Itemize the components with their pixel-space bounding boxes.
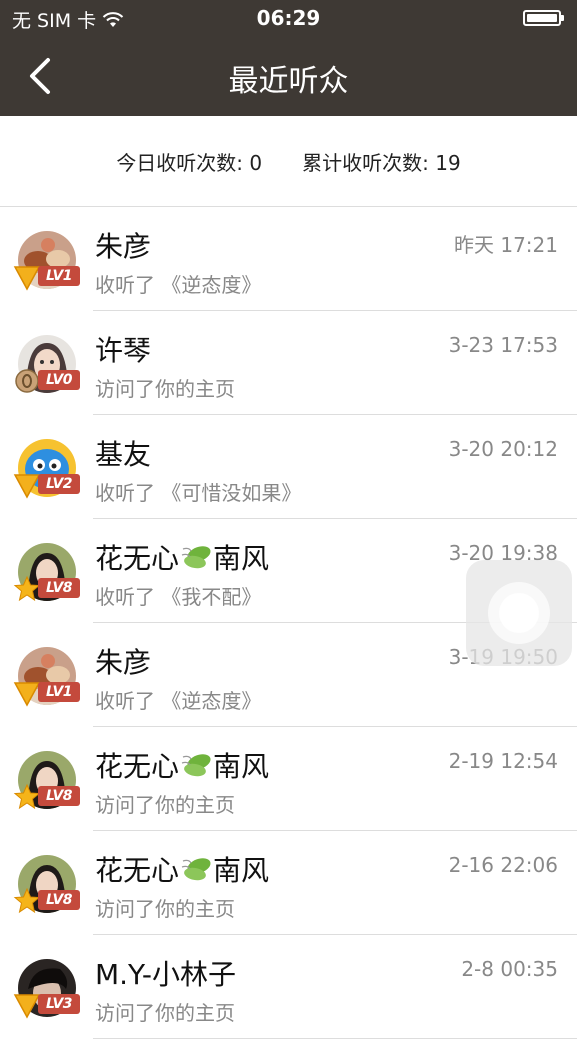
level-badge: LV0: [38, 370, 80, 390]
leaf-emoji-icon: [181, 858, 211, 881]
listener-name-part: 南风: [213, 750, 270, 783]
triangle-medal-icon: [13, 994, 41, 1019]
listen-time: 2-8 00:35: [461, 957, 558, 981]
list-item[interactable]: LV1 朱彦 收听了 《逆态度》 昨天 17:21: [0, 207, 577, 311]
listener-name: 基友: [95, 438, 152, 471]
triangle-medal-icon: [13, 474, 41, 499]
listener-name-part: 南风: [213, 854, 270, 887]
listener-action: 收听了 《逆态度》: [95, 273, 262, 297]
listener-name: 朱彦: [95, 646, 152, 679]
listener-action: 访问了你的主页: [95, 793, 235, 817]
listen-time: 2-16 22:06: [448, 853, 558, 877]
listener-name: 花无心 南风: [95, 745, 269, 785]
listener-name-part: 花无心: [95, 750, 180, 783]
level-badge: LV8: [38, 578, 80, 598]
leaf-emoji-icon: [181, 754, 211, 777]
star-medal-icon: [13, 575, 41, 602]
listen-time: 3-23 17:53: [448, 333, 558, 357]
level-badge: LV3: [38, 994, 80, 1014]
today-listen-count: 今日收听次数: 0: [116, 150, 263, 175]
assistive-touch-core: [499, 593, 539, 633]
list-item[interactable]: LV8 花无心 南风 访问了你的主页 2-16 22:06: [0, 831, 577, 935]
listen-time: 2-19 12:54: [448, 749, 558, 773]
listener-name: 朱彦: [95, 230, 152, 263]
triangle-medal-icon: [13, 682, 41, 707]
star-medal-icon: [13, 887, 41, 914]
level-badge: LV8: [38, 890, 80, 910]
star-medal-icon: [13, 783, 41, 810]
coin-medal-icon: [15, 369, 39, 393]
listener-action: 访问了你的主页: [95, 1001, 235, 1025]
list-item[interactable]: LV8 花无心 南风 访问了你的主页 2-19 12:54: [0, 727, 577, 831]
total-listen-count: 累计收听次数: 19: [302, 150, 461, 175]
listener-name: 花无心 南风: [95, 849, 269, 889]
navigation-bar: 最近听众: [0, 38, 577, 116]
page-title: 最近听众: [228, 64, 349, 99]
listener-action: 访问了你的主页: [95, 377, 235, 401]
level-badge: LV2: [38, 474, 80, 494]
listener-name-part: 南风: [213, 542, 270, 575]
listen-time: 昨天 17:21: [454, 233, 558, 257]
level-badge: LV1: [38, 266, 80, 286]
list-item[interactable]: LV0 许琴 访问了你的主页 3-23 17:53: [0, 311, 577, 415]
listen-stats: 今日收听次数: 0 累计收听次数: 19: [0, 116, 577, 207]
status-bar: 无 SIM 卡 06:29: [0, 0, 577, 38]
list-item[interactable]: LV3 M.Y-小林子 访问了你的主页 2-8 00:35: [0, 935, 577, 1039]
level-badge: LV1: [38, 682, 80, 702]
listener-action: 收听了 《逆态度》: [95, 689, 262, 713]
listen-time: 3-20 20:12: [448, 437, 558, 461]
list-item[interactable]: LV2 基友 收听了 《可惜没如果》 3-20 20:12: [0, 415, 577, 519]
listener-action: 收听了 《我不配》: [95, 585, 262, 609]
battery-icon: [523, 10, 564, 26]
level-badge: LV8: [38, 786, 80, 806]
listener-action: 访问了你的主页: [95, 897, 235, 921]
listener-name: 许琴: [95, 334, 152, 367]
assistive-touch-button[interactable]: [466, 560, 572, 666]
listener-name-part: 花无心: [95, 854, 180, 887]
listener-name-part: 花无心: [95, 542, 180, 575]
listener-action: 收听了 《可惜没如果》: [95, 481, 302, 505]
listener-name: M.Y-小林子: [95, 958, 236, 991]
leaf-emoji-icon: [181, 546, 211, 569]
listener-name: 花无心 南风: [95, 537, 269, 577]
triangle-medal-icon: [13, 266, 41, 291]
status-time: 06:29: [256, 6, 321, 30]
